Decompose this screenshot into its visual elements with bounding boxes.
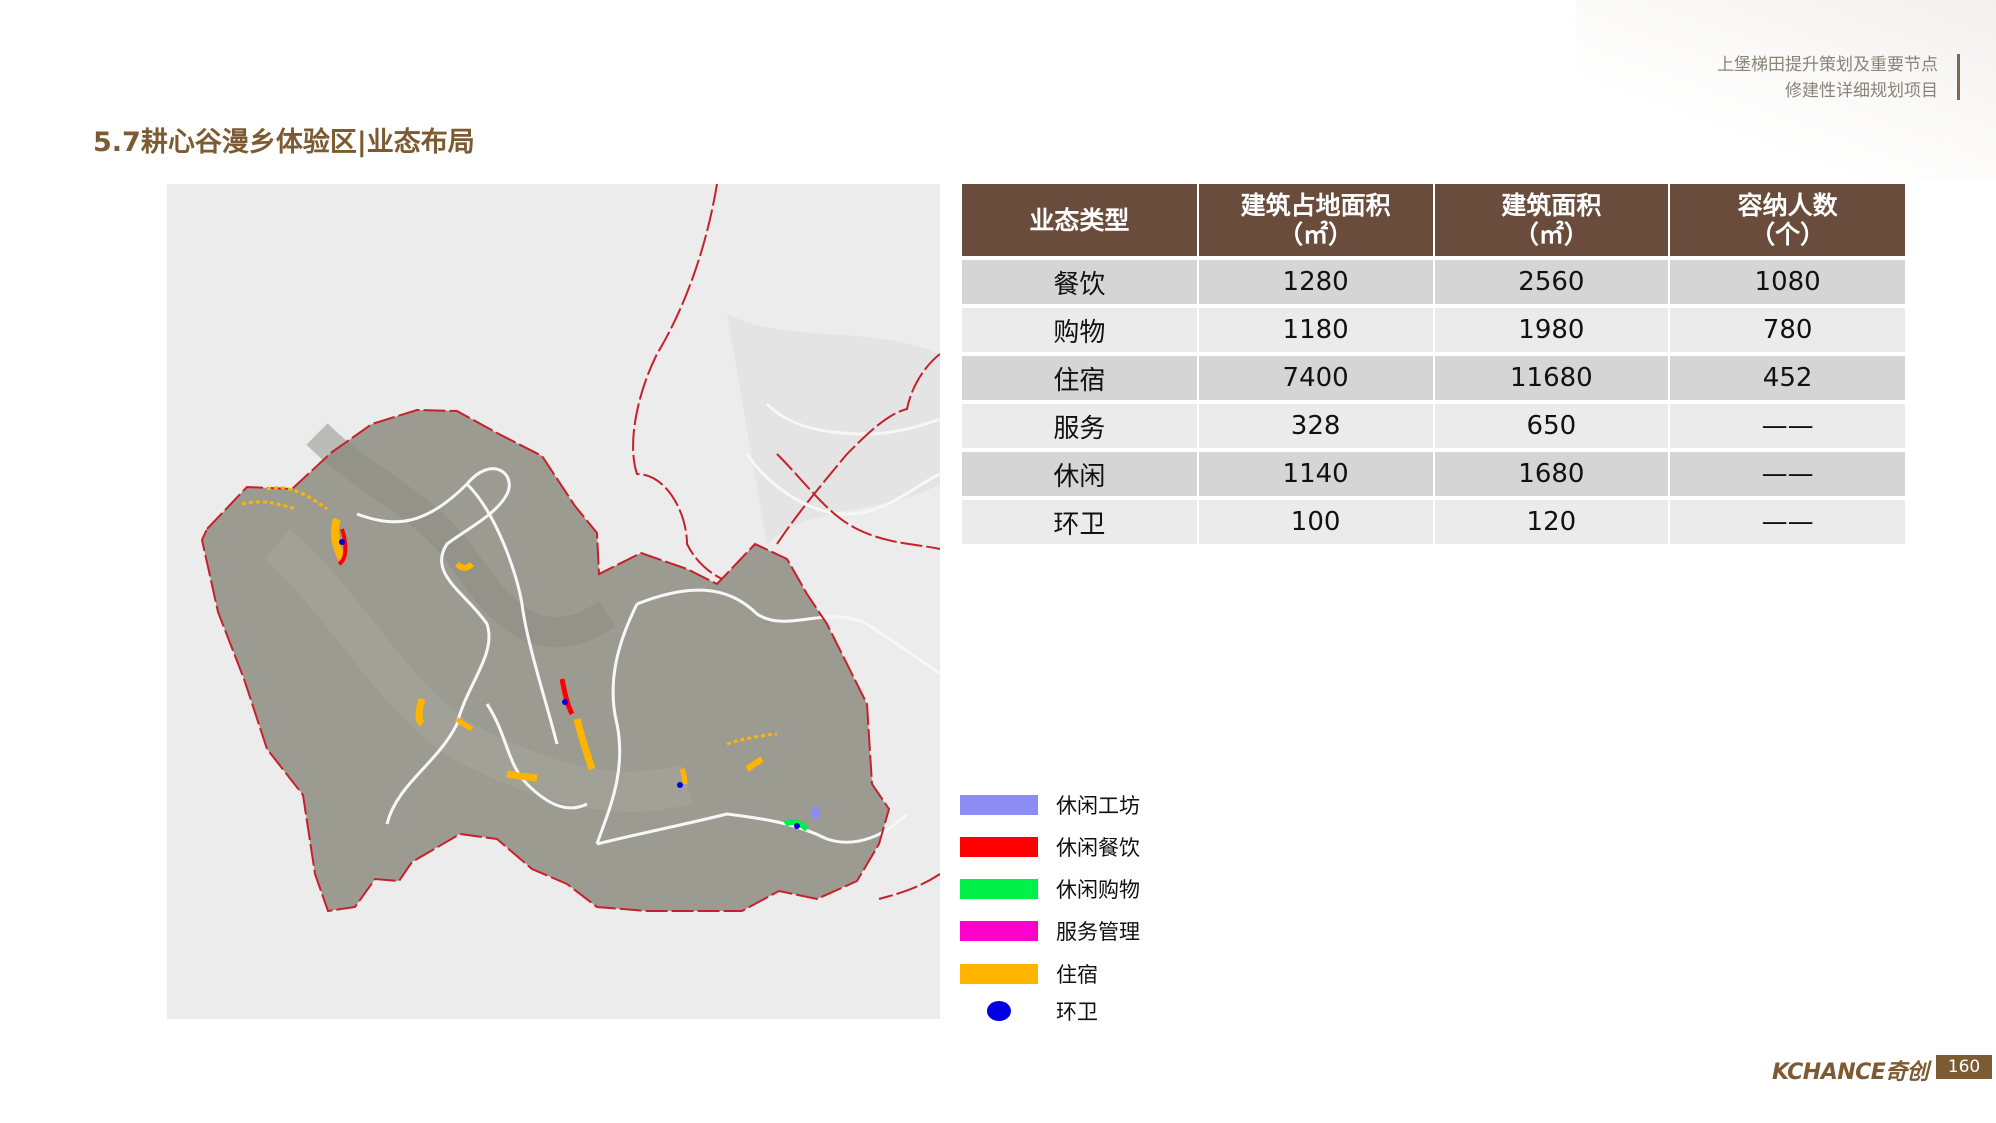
page-number: 160 [1936, 1055, 1992, 1079]
lodging-marker [506, 770, 538, 782]
table-cell: 780 [1669, 306, 1905, 356]
sanitation-marker [562, 699, 568, 705]
legend-label: 休闲购物 [1056, 878, 1140, 902]
project-title-bar [1957, 54, 1960, 100]
table-cell: 2560 [1433, 258, 1671, 308]
table-cell: 650 [1433, 402, 1671, 452]
sanitation-marker [794, 823, 800, 829]
table-cell: 1680 [1433, 450, 1671, 500]
table-cell: 餐饮 [962, 258, 1199, 308]
table-cell: —— [1669, 402, 1905, 452]
project-title-line-1: 上堡梯田提升策划及重要节点 [1717, 55, 1938, 75]
legend-label: 环卫 [1056, 1000, 1098, 1024]
brand-logo: KCHANCE奇创 [1772, 1060, 1929, 1085]
legend-label: 服务管理 [1056, 920, 1140, 944]
table-row: 休闲 1140 1680 —— [962, 450, 1905, 500]
lodging-marker [415, 697, 426, 727]
table-header-cell: 建筑占地面积 （㎡） [1197, 184, 1435, 260]
project-title: 上堡梯田提升策划及重要节点 修建性详细规划项目 [1717, 52, 1938, 104]
legend-label: 休闲工坊 [1056, 794, 1140, 818]
legend-swatch [960, 879, 1038, 899]
legend-item-workshop: 休闲工坊 [960, 790, 1180, 820]
table-cell: 11680 [1433, 354, 1671, 404]
table-row: 环卫 100 120 —— [962, 498, 1905, 548]
table-cell: 452 [1669, 354, 1905, 404]
table-cell: —— [1669, 498, 1905, 548]
legend-item-service: 服务管理 [960, 916, 1180, 946]
sanitation-marker [339, 539, 345, 545]
workshop-marker [812, 808, 820, 818]
table-header-cell: 业态类型 [962, 184, 1199, 260]
table-cell: 服务 [962, 402, 1199, 452]
site-map [167, 184, 940, 1019]
table-header-row: 业态类型 建筑占地面积 （㎡） 建筑面积 （㎡） 容纳人数 （个） [962, 184, 1905, 260]
table-header-cell: 建筑面积 （㎡） [1433, 184, 1671, 260]
legend-label: 住宿 [1056, 963, 1098, 987]
legend-swatch [960, 964, 1038, 984]
table-row: 餐饮 1280 2560 1080 [962, 258, 1905, 308]
page-title: 5.7耕心谷漫乡体验区|业态布局 [93, 127, 475, 158]
sanitation-marker [677, 782, 683, 788]
legend-swatch [960, 921, 1038, 941]
legend-item-shopping: 休闲购物 [960, 874, 1180, 904]
table-cell: 住宿 [962, 354, 1199, 404]
table-cell: 120 [1433, 498, 1671, 548]
table-cell: 1980 [1433, 306, 1671, 356]
table-cell: —— [1669, 450, 1905, 500]
legend-dot [987, 1001, 1011, 1021]
lodging-marker [679, 768, 688, 785]
legend-item-sanitation: 环卫 [960, 996, 1180, 1026]
table-cell: 1180 [1197, 306, 1435, 356]
table-cell: 1140 [1197, 450, 1435, 500]
table-row: 服务 328 650 —— [962, 402, 1905, 452]
table-cell: 1280 [1197, 258, 1435, 308]
legend-swatch [960, 795, 1038, 815]
site-map-drawing [167, 184, 940, 1019]
legend-swatch [960, 837, 1038, 857]
table-cell: 328 [1197, 402, 1435, 452]
business-format-table: 业态类型 建筑占地面积 （㎡） 建筑面积 （㎡） 容纳人数 （个） 餐饮 1280 2… [962, 184, 1905, 548]
table-row: 购物 1180 1980 780 [962, 306, 1905, 356]
table-header-cell: 容纳人数 （个） [1669, 184, 1905, 260]
table-cell: 休闲 [962, 450, 1199, 500]
legend-item-dining: 休闲餐饮 [960, 832, 1180, 862]
table-cell: 环卫 [962, 498, 1199, 548]
table-row: 住宿 7400 11680 452 [962, 354, 1905, 404]
table-cell: 购物 [962, 306, 1199, 356]
table-cell: 7400 [1197, 354, 1435, 404]
table-cell: 1080 [1669, 258, 1905, 308]
legend-item-lodging: 住宿 [960, 959, 1180, 989]
project-title-line-2: 修建性详细规划项目 [1785, 81, 1938, 101]
legend-label: 休闲餐饮 [1056, 836, 1140, 860]
table-cell: 100 [1197, 498, 1435, 548]
